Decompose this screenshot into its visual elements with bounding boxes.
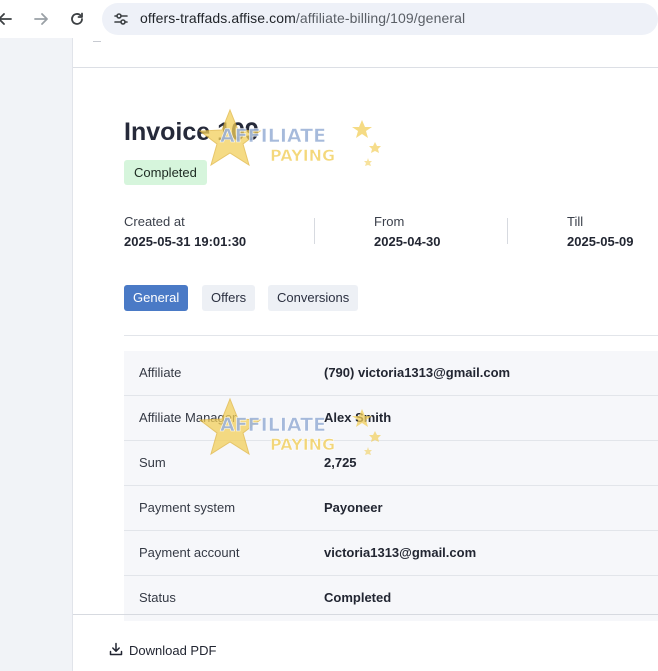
detail-label: Payment account bbox=[139, 545, 240, 560]
detail-value: 2,725 bbox=[324, 455, 357, 470]
download-icon bbox=[109, 642, 123, 659]
header-divider bbox=[73, 67, 658, 68]
meta-separator bbox=[314, 218, 315, 244]
top-fragment bbox=[93, 38, 101, 42]
detail-row-sum: Sum 2,725 bbox=[124, 441, 658, 486]
page-title: Invoice 109 bbox=[124, 118, 259, 146]
status-badge: Completed bbox=[124, 160, 207, 185]
tab-offers[interactable]: Offers bbox=[202, 285, 256, 311]
detail-row-payment-account: Payment account victoria1313@gmail.com bbox=[124, 531, 658, 576]
from-value: 2025-04-30 bbox=[374, 234, 441, 249]
invoice-panel: Invoice 109 Completed Created at 2025-05… bbox=[72, 38, 658, 671]
meta-separator bbox=[507, 218, 508, 244]
detail-row-affiliate-manager: Affiliate Manager Alex Smith bbox=[124, 396, 658, 441]
detail-value: Alex Smith bbox=[324, 410, 392, 425]
detail-value: (790) victoria1313@gmail.com bbox=[324, 365, 511, 380]
forward-icon[interactable] bbox=[30, 8, 52, 30]
from-label: From bbox=[374, 214, 405, 229]
detail-row-payment-system: Payment system Payoneer bbox=[124, 486, 658, 531]
download-pdf-button[interactable]: Download PDF bbox=[109, 641, 216, 659]
detail-label: Affiliate bbox=[139, 365, 182, 380]
detail-label: Sum bbox=[139, 455, 166, 470]
detail-value: Payoneer bbox=[324, 500, 383, 515]
till-value: 2025-05-09 bbox=[567, 234, 634, 249]
url-text: offers-traffads.affise.com/affiliate-bil… bbox=[140, 10, 465, 26]
download-pdf-label: Download PDF bbox=[129, 642, 217, 658]
till-label: Till bbox=[567, 214, 584, 229]
reload-icon[interactable] bbox=[66, 8, 88, 30]
address-bar[interactable]: offers-traffads.affise.com/affiliate-bil… bbox=[102, 3, 658, 35]
footer-divider bbox=[73, 614, 658, 615]
browser-toolbar: offers-traffads.affise.com/affiliate-bil… bbox=[0, 0, 658, 38]
page-background: Invoice 109 Completed Created at 2025-05… bbox=[0, 38, 658, 671]
tab-conversions[interactable]: Conversions bbox=[268, 285, 359, 311]
tab-general[interactable]: General bbox=[124, 285, 189, 311]
detail-label: Affiliate Manager bbox=[139, 410, 237, 425]
url-host: offers-traffads.affise.com bbox=[140, 10, 296, 26]
created-at-value: 2025-05-31 19:01:30 bbox=[124, 234, 247, 249]
back-icon[interactable] bbox=[0, 8, 16, 30]
detail-row-affiliate: Affiliate (790) victoria1313@gmail.com bbox=[124, 351, 658, 396]
detail-label: Status bbox=[139, 590, 176, 605]
detail-value: victoria1313@gmail.com bbox=[324, 545, 477, 560]
site-settings-icon[interactable] bbox=[112, 10, 130, 28]
url-path: /affiliate-billing/109/general bbox=[295, 10, 466, 26]
detail-label: Payment system bbox=[139, 500, 236, 515]
created-at-label: Created at bbox=[124, 214, 185, 229]
detail-value: Completed bbox=[324, 590, 392, 605]
tabs-divider bbox=[124, 335, 658, 336]
